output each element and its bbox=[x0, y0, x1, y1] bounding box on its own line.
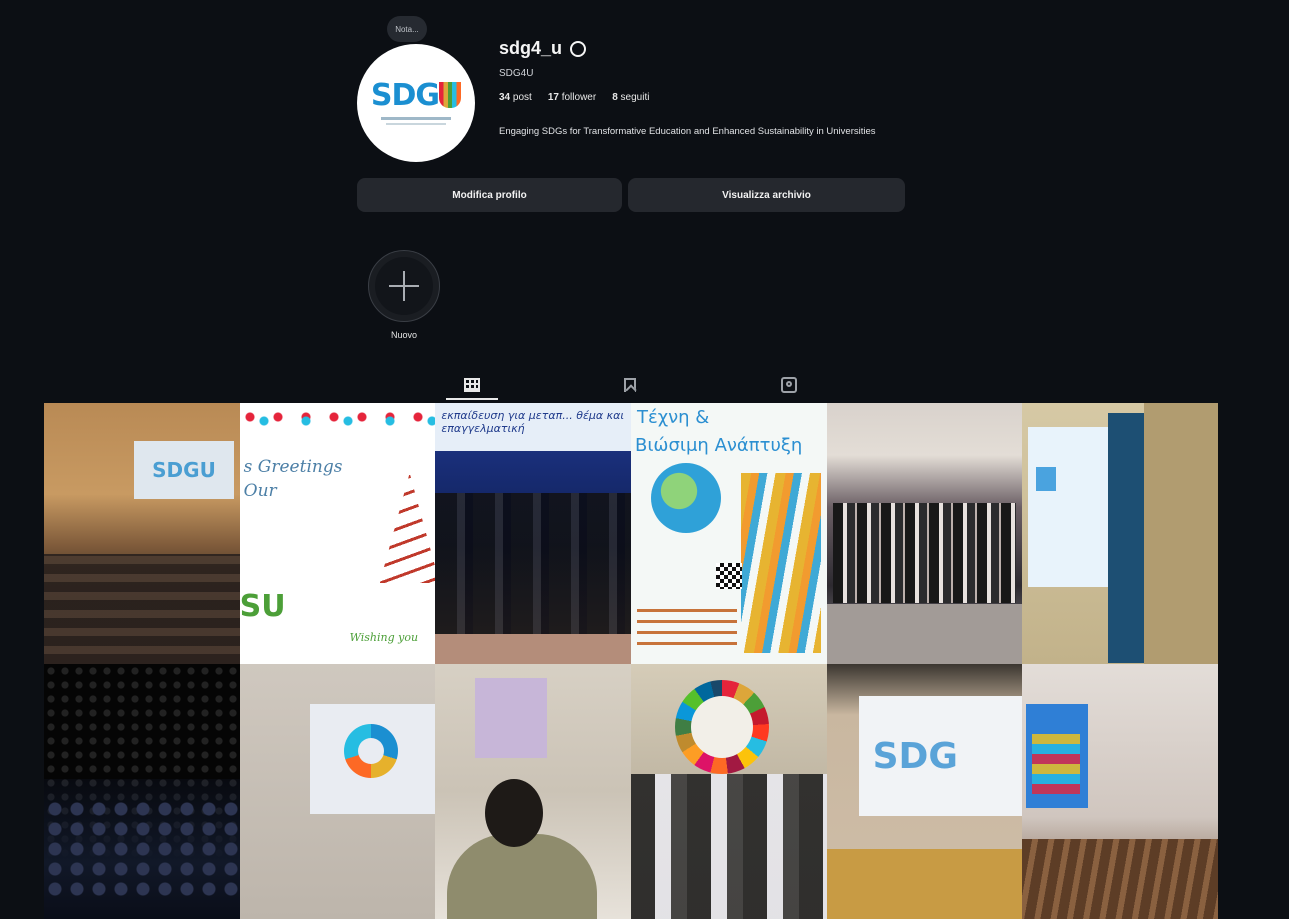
post-tile[interactable]: s Greetings Our SU Wishing you bbox=[239, 403, 436, 664]
followers-stat[interactable]: 17 follower bbox=[548, 92, 596, 103]
note-bubble[interactable]: Nota... bbox=[387, 16, 427, 42]
highlight-label: Nuovo bbox=[390, 330, 417, 340]
projection-screen bbox=[475, 678, 548, 758]
conference-table bbox=[826, 849, 1023, 919]
tab-posts[interactable] bbox=[462, 374, 482, 396]
participant bbox=[447, 834, 598, 919]
christmas-tree-graphic bbox=[379, 473, 436, 583]
ring-logo bbox=[343, 724, 398, 778]
pencils-illustration bbox=[740, 473, 821, 653]
group-photo bbox=[832, 503, 1017, 603]
post-tile[interactable]: εκπαίδευση για μεταπ... θέμα και επαγγελ… bbox=[435, 403, 631, 664]
edit-profile-button[interactable]: Modifica profilo bbox=[357, 178, 622, 212]
poster-text-lines bbox=[636, 603, 737, 653]
curtain bbox=[1108, 413, 1145, 663]
sdg-wheel bbox=[674, 680, 769, 774]
posts-grid: SDGU s Greetings Our SU Wishing you εκπαί… bbox=[44, 403, 1218, 919]
projection-screen bbox=[1028, 427, 1109, 587]
tab-saved[interactable] bbox=[620, 374, 640, 396]
active-tab-indicator bbox=[446, 398, 498, 400]
stage-floor bbox=[435, 634, 631, 664]
projection-screen: SDG bbox=[858, 696, 1023, 816]
view-archive-button[interactable]: Visualizza archivio bbox=[628, 178, 905, 212]
avatar-logo: SDG bbox=[357, 44, 475, 162]
wish-text: Wishing you bbox=[349, 631, 419, 644]
auditorium-seats bbox=[44, 554, 240, 664]
qr-code bbox=[715, 563, 742, 589]
display-screen bbox=[1026, 704, 1089, 808]
following-stat[interactable]: 8 seguiti bbox=[612, 92, 649, 103]
logo-text: SDG bbox=[370, 78, 440, 113]
group-photo bbox=[630, 774, 827, 919]
logo-tagline-line-2 bbox=[386, 123, 446, 125]
post-tile[interactable] bbox=[239, 664, 436, 919]
profile-fullname: SDG4U bbox=[499, 68, 534, 79]
bookmark-icon bbox=[624, 378, 636, 392]
greeting-text: s Greetings Our bbox=[243, 457, 343, 501]
sdg4u-logo: SDG bbox=[370, 78, 462, 113]
post-tile[interactable]: SDG bbox=[826, 664, 1023, 919]
room-wall bbox=[1144, 403, 1218, 664]
logo-u-mark bbox=[439, 82, 462, 108]
profile-bio: Engaging SDGs for Transformative Educati… bbox=[499, 126, 876, 137]
post-tile[interactable]: Τέχνη & Βιώσιμη Ανάπτυξη bbox=[630, 403, 827, 664]
post-tile[interactable]: SDGU bbox=[44, 403, 240, 664]
grid-icon bbox=[464, 378, 480, 392]
globe-illustration bbox=[650, 463, 721, 533]
mini-logo: SU bbox=[239, 589, 286, 624]
profile-stats: 34 post 17 follower 8 seguiti bbox=[499, 92, 649, 103]
audience-heads bbox=[44, 799, 240, 899]
tag-icon bbox=[781, 377, 797, 393]
post-tile[interactable] bbox=[435, 664, 631, 919]
highlight-circle[interactable] bbox=[368, 250, 440, 322]
post-tile[interactable] bbox=[826, 403, 1023, 664]
profile-avatar[interactable]: SDG bbox=[357, 44, 475, 162]
highlight-new[interactable]: Nuovo bbox=[368, 250, 440, 340]
plus-icon bbox=[375, 257, 433, 315]
posts-stat: 34 post bbox=[499, 92, 532, 103]
poster-title-2: Βιώσιμη Ανάπτυξη bbox=[634, 435, 803, 456]
settings-gear-icon[interactable] bbox=[570, 40, 587, 57]
tab-tagged[interactable] bbox=[779, 374, 799, 396]
group-photo bbox=[435, 493, 631, 643]
projection-screen: SDGU bbox=[134, 441, 234, 499]
profile-username-row: sdg4_u bbox=[499, 38, 587, 59]
post-tile[interactable] bbox=[630, 664, 827, 919]
username: sdg4_u bbox=[499, 38, 563, 58]
post-tile[interactable] bbox=[44, 664, 240, 919]
room-floor bbox=[826, 604, 1023, 664]
participant-head bbox=[485, 779, 544, 847]
event-banner: εκπαίδευση για μεταπ... θέμα και επαγγελ… bbox=[435, 403, 631, 451]
post-tile[interactable] bbox=[1022, 403, 1218, 664]
logo-tagline-line bbox=[381, 117, 451, 120]
post-tile[interactable] bbox=[1022, 664, 1218, 919]
lecture-seats bbox=[1022, 839, 1218, 919]
string-lights-2 bbox=[253, 407, 436, 433]
poster-title-1: Τέχνη & bbox=[636, 407, 710, 428]
